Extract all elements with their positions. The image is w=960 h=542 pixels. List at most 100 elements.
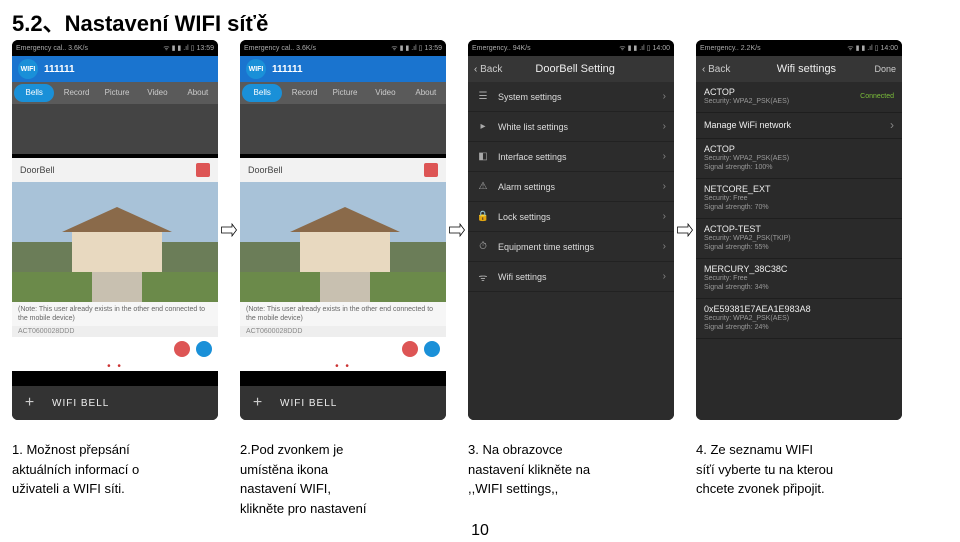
settings-gear-icon[interactable] [424, 341, 440, 357]
settings-label: Alarm settings [498, 182, 555, 192]
bottom-bar: + WIFI BELL [12, 386, 218, 420]
status-bar: Emergency cal.. 3.6K/s ᯤ ▮ ▮ .ıl ▯13:59 [240, 40, 446, 56]
camera-preview [12, 182, 218, 302]
caption-4: 4. Ze seznamu WIFI síťí vyberte tu na kt… [696, 440, 948, 518]
manage-wifi[interactable]: Manage WiFi network › [696, 113, 902, 139]
tab-video[interactable]: Video [365, 82, 405, 104]
title-text: Wifi settings [738, 63, 874, 75]
title-bar: ‹ Back DoorBell Setting [468, 56, 674, 82]
info-note: (Note: This user already exists in the o… [240, 302, 446, 326]
settings-item-lock[interactable]: 🔒Lock settings› [468, 202, 674, 232]
wifi-network[interactable]: MERCURY_38C38C Security: Free Signal str… [696, 259, 902, 299]
caption-3: 3. Na obrazovce nastavení klikněte na ,,… [468, 440, 696, 518]
wifi-meta: Security: WPA2_PSK(AES) [704, 314, 894, 323]
wifi-icon: ᯤ [476, 270, 490, 284]
wifi-network[interactable]: ACTOP Security: WPA2_PSK(AES) Signal str… [696, 139, 902, 179]
tab-about[interactable]: About [406, 82, 446, 104]
status-left: Emergency cal.. 3.6K/s [244, 45, 316, 52]
arrow-icon [218, 221, 240, 239]
record-icon[interactable] [402, 341, 418, 357]
done-button[interactable]: Done [874, 64, 896, 74]
settings-item-system[interactable]: ☰System settings› [468, 82, 674, 112]
page-dots: • • [240, 361, 446, 371]
title-text: 111111 [44, 64, 75, 75]
tab-picture[interactable]: Picture [325, 82, 365, 104]
chevron-right-icon: › [890, 118, 894, 132]
wifi-meta: Security: Free [704, 274, 894, 283]
wifi-ssid: 0xE59381E7AEA1E983A8 [704, 304, 894, 314]
tab-video[interactable]: Video [137, 82, 177, 104]
wifi-ssid: ACTOP [704, 87, 735, 97]
caption-line: 3. Na obrazovce [468, 440, 688, 460]
whitelist-icon: ▸ [476, 120, 490, 134]
back-button[interactable]: ‹ Back [474, 64, 502, 75]
status-left: Emergency.. 94K/s [472, 45, 531, 52]
trash-icon[interactable] [424, 163, 438, 177]
caption-2: 2.Pod zvonkem je umístěna ikona nastaven… [240, 440, 468, 518]
back-button[interactable]: ‹ Back [702, 64, 730, 75]
phone-4: Emergency.. 2.2K/s ᯤ ▮ ▮ .ıl ▯14:00 ‹ Ba… [696, 40, 902, 420]
system-icon: ☰ [476, 90, 490, 104]
wifi-meta: Security: WPA2_PSK(TKIP) [704, 234, 894, 243]
device-name: DoorBell [20, 165, 55, 175]
wifi-security: Security: WPA2_PSK(AES) [704, 97, 789, 106]
caption-line: 1. Možnost přepsání [12, 440, 232, 460]
chevron-right-icon: › [663, 241, 666, 252]
settings-item-interface[interactable]: ◧Interface settings› [468, 142, 674, 172]
bottom-label: WIFI BELL [280, 398, 337, 409]
wifi-logo-icon: WIFI [18, 59, 38, 79]
title-bar: ‹ Back Wifi settings Done [696, 56, 902, 82]
title-bar: WIFI 111111 [240, 56, 446, 82]
phone-2: Emergency cal.. 3.6K/s ᯤ ▮ ▮ .ıl ▯13:59 … [240, 40, 446, 420]
bottom-label: WIFI BELL [52, 398, 109, 409]
status-right: ᯤ ▮ ▮ .ıl ▯14:00 [619, 44, 670, 53]
wifi-network[interactable]: 0xE59381E7AEA1E983A8 Security: WPA2_PSK(… [696, 299, 902, 339]
tab-about[interactable]: About [178, 82, 218, 104]
tab-picture[interactable]: Picture [97, 82, 137, 104]
tab-bells[interactable]: Bells [14, 84, 54, 102]
arrow-icon [674, 221, 696, 239]
settings-list: ☰System settings› ▸White list settings› … [468, 82, 674, 420]
status-bar: Emergency.. 94K/s ᯤ ▮ ▮ .ıl ▯14:00 [468, 40, 674, 56]
wifi-network[interactable]: ACTOP-TEST Security: WPA2_PSK(TKIP) Sign… [696, 219, 902, 259]
tabs: Bells Record Picture Video About [240, 82, 446, 104]
settings-label: White list settings [498, 122, 568, 132]
caption-line: 2.Pod zvonkem je [240, 440, 460, 460]
connected-label: Connected [860, 93, 894, 100]
info-mac: ACT0600028DDD [240, 326, 446, 337]
title-bar: WIFI 111111 [12, 56, 218, 82]
chevron-right-icon: › [663, 151, 666, 162]
page-number: 10 [0, 522, 960, 540]
settings-item-time[interactable]: ⏱Equipment time settings› [468, 232, 674, 262]
settings-gear-icon[interactable] [196, 341, 212, 357]
info-mac: ACT0600028DDD [12, 326, 218, 337]
caption-line: nastavení klikněte na [468, 460, 688, 480]
status-bar: Emergency.. 2.2K/s ᯤ ▮ ▮ .ıl ▯14:00 [696, 40, 902, 56]
title-text: DoorBell Setting [510, 63, 640, 75]
settings-item-whitelist[interactable]: ▸White list settings› [468, 112, 674, 142]
tab-record[interactable]: Record [284, 82, 324, 104]
settings-item-wifi[interactable]: ᯤWifi settings› [468, 262, 674, 292]
caption-line: chcete zvonek připojit. [696, 479, 940, 499]
wifi-current[interactable]: ACTOP Security: WPA2_PSK(AES) Connected [696, 82, 902, 113]
record-icon[interactable] [174, 341, 190, 357]
wifi-meta: Signal strength: 55% [704, 243, 894, 252]
device-row[interactable]: DoorBell [240, 158, 446, 182]
tab-bells[interactable]: Bells [242, 84, 282, 102]
add-button[interactable]: + [20, 394, 40, 412]
phones-row: Emergency cal.. 3.6K/s ᯤ ▮ ▮ .ıl ▯13:59 … [12, 40, 902, 420]
caption-line: nastavení WIFI, [240, 479, 460, 499]
add-button[interactable]: + [248, 394, 268, 412]
chevron-right-icon: › [663, 181, 666, 192]
status-left: Emergency cal.. 3.6K/s [16, 45, 88, 52]
settings-item-alarm[interactable]: ⚠ Alarm settings › [468, 172, 674, 202]
manage-label: Manage WiFi network [704, 120, 791, 130]
wifi-meta: Signal strength: 24% [704, 323, 894, 332]
caption-line: umístěna ikona [240, 460, 460, 480]
alarm-icon: ⚠ [476, 180, 490, 194]
trash-icon[interactable] [196, 163, 210, 177]
info-note: (Note: This user already exists in the o… [12, 302, 218, 326]
device-row[interactable]: DoorBell [12, 158, 218, 182]
tab-record[interactable]: Record [56, 82, 96, 104]
wifi-network[interactable]: NETCORE_EXT Security: Free Signal streng… [696, 179, 902, 219]
